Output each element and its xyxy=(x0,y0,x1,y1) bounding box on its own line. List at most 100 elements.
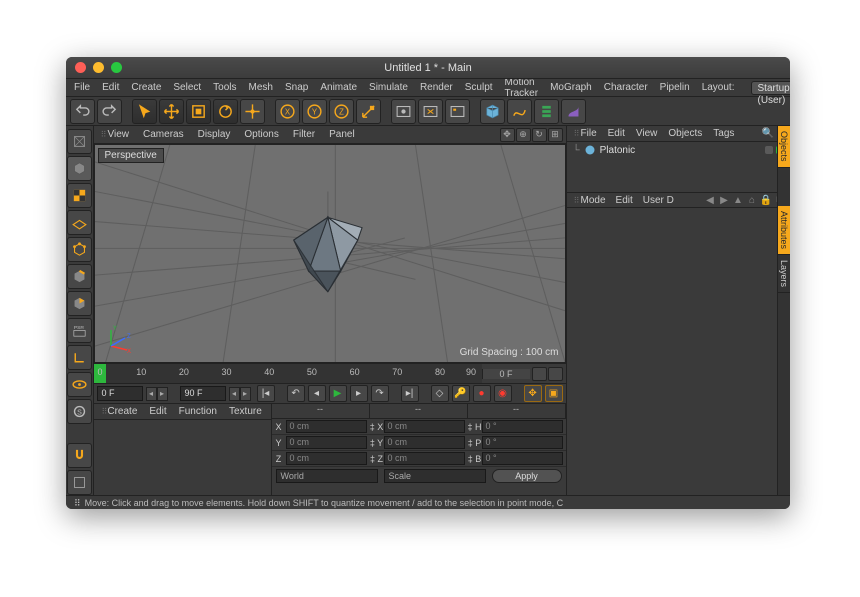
menu-animate[interactable]: Animate xyxy=(320,82,357,93)
menu-character[interactable]: Character xyxy=(604,82,648,93)
generator-button[interactable] xyxy=(534,99,559,124)
edge-mode-button[interactable] xyxy=(67,264,92,289)
om-search-icon[interactable]: 🔍 xyxy=(762,128,774,139)
redo-button[interactable] xyxy=(97,99,122,124)
layout-select[interactable]: Startup (User) xyxy=(751,81,791,95)
go-start-button[interactable]: |◂ xyxy=(257,385,275,402)
om-file[interactable]: File xyxy=(581,128,597,139)
keyframe-sel-button[interactable]: ◉ xyxy=(494,385,512,402)
make-editable-button[interactable] xyxy=(67,129,92,154)
texture-mode-button[interactable] xyxy=(67,183,92,208)
vp-menu-panel[interactable]: Panel xyxy=(329,129,355,140)
last-tool-button[interactable] xyxy=(240,99,265,124)
vp-nav-move-icon[interactable]: ✥ xyxy=(500,128,515,142)
psr-button[interactable]: PSR xyxy=(67,318,92,343)
menu-edit[interactable]: Edit xyxy=(102,82,119,93)
mm-function[interactable]: Function xyxy=(179,406,217,417)
viewport-solo-button[interactable] xyxy=(67,372,92,397)
coord-h-val[interactable]: 0 ° xyxy=(482,420,563,433)
axis-x-button[interactable]: X xyxy=(275,99,300,124)
axis-z-button[interactable]: Z xyxy=(329,99,354,124)
coord-b-val[interactable]: 0 ° xyxy=(482,452,563,465)
om-tags[interactable]: Tags xyxy=(713,128,734,139)
om-objects[interactable]: Objects xyxy=(668,128,702,139)
cube-primitive-button[interactable] xyxy=(480,99,505,124)
timeline-opt1-icon[interactable] xyxy=(532,367,547,381)
go-end-button[interactable]: ▸| xyxy=(401,385,419,402)
timeline-opt2-icon[interactable] xyxy=(548,367,563,381)
end-inc-icon[interactable]: ▸ xyxy=(240,387,251,401)
mm-create[interactable]: Create xyxy=(107,406,137,417)
am-up-icon[interactable]: ▲ xyxy=(733,195,743,205)
menu-simulate[interactable]: Simulate xyxy=(369,82,408,93)
am-mode[interactable]: Mode xyxy=(581,195,606,206)
side-tab-attributes[interactable]: Attributes xyxy=(778,206,790,255)
coord-z-pos[interactable]: 0 cm xyxy=(286,452,367,465)
move-tool-button[interactable] xyxy=(159,99,184,124)
record-key-button[interactable]: ◇ xyxy=(431,385,449,402)
magnet-button[interactable] xyxy=(67,443,92,468)
start-frame-field[interactable]: 0 F xyxy=(97,386,143,401)
polygon-mode-button[interactable] xyxy=(67,291,92,316)
pos-key-button[interactable]: ✥ xyxy=(524,385,542,402)
menu-create[interactable]: Create xyxy=(131,82,161,93)
coord-x-size[interactable]: 0 cm xyxy=(384,420,465,433)
deformer-button[interactable] xyxy=(561,99,586,124)
coord-y-pos[interactable]: 0 cm xyxy=(286,436,367,449)
render-view-button[interactable] xyxy=(391,99,416,124)
menu-motiontracker[interactable]: Motion Tracker xyxy=(505,77,539,99)
scale-key-button[interactable]: ▣ xyxy=(545,385,563,402)
axis-y-button[interactable]: Y xyxy=(302,99,327,124)
end-dec-icon[interactable]: ◂ xyxy=(229,387,240,401)
coord-p-val[interactable]: 0 ° xyxy=(482,436,563,449)
menu-mograph[interactable]: MoGraph xyxy=(550,82,592,93)
start-dec-icon[interactable]: ◂ xyxy=(146,387,157,401)
vp-menu-filter[interactable]: Filter xyxy=(293,129,315,140)
record-button[interactable]: ● xyxy=(473,385,491,402)
coord-x-pos[interactable]: 0 cm xyxy=(286,420,367,433)
spline-button[interactable] xyxy=(507,99,532,124)
am-edit[interactable]: Edit xyxy=(616,195,633,206)
menu-tools[interactable]: Tools xyxy=(213,82,236,93)
am-home-icon[interactable]: ⌂ xyxy=(747,195,757,205)
rotate-tool-button[interactable] xyxy=(213,99,238,124)
next-key-button[interactable]: ↷ xyxy=(371,385,389,402)
render-settings-button[interactable] xyxy=(445,99,470,124)
apply-button[interactable]: Apply xyxy=(492,469,562,483)
menu-mesh[interactable]: Mesh xyxy=(249,82,273,93)
menu-pipeline[interactable]: Pipelin xyxy=(660,82,690,93)
am-back-icon[interactable]: ◀ xyxy=(705,195,715,205)
vp-menu-cameras[interactable]: Cameras xyxy=(143,129,184,140)
menu-snap[interactable]: Snap xyxy=(285,82,308,93)
workplane-button[interactable] xyxy=(67,210,92,235)
render-pv-button[interactable] xyxy=(418,99,443,124)
object-row-platonic[interactable]: └ Platonic xyxy=(567,142,790,158)
side-tab-objects[interactable]: Objects xyxy=(778,126,790,168)
menu-sculpt[interactable]: Sculpt xyxy=(465,82,493,93)
side-tab-layers[interactable]: Layers xyxy=(778,255,790,293)
axis-lock-button[interactable] xyxy=(67,345,92,370)
prev-key-button[interactable]: ↶ xyxy=(287,385,305,402)
workplane-snap-button[interactable] xyxy=(67,470,92,495)
am-lock-icon[interactable]: 🔒 xyxy=(761,195,771,205)
obj-vis-editor-icon[interactable] xyxy=(765,146,773,154)
point-mode-button[interactable] xyxy=(67,237,92,262)
vp-nav-rotate-icon[interactable]: ↻ xyxy=(532,128,547,142)
coord-space-select[interactable]: World xyxy=(276,469,378,483)
am-fwd-icon[interactable]: ▶ xyxy=(719,195,729,205)
next-frame-button[interactable]: ▸ xyxy=(350,385,368,402)
coord-system-button[interactable] xyxy=(356,99,381,124)
viewport[interactable]: Perspective xyxy=(94,144,566,363)
undo-button[interactable] xyxy=(70,99,95,124)
vp-menu-options[interactable]: Options xyxy=(244,129,278,140)
am-userdata[interactable]: User D xyxy=(643,195,674,206)
play-button[interactable]: ▶ xyxy=(329,385,347,402)
vp-menu-display[interactable]: Display xyxy=(198,129,231,140)
menu-select[interactable]: Select xyxy=(173,82,201,93)
mm-texture[interactable]: Texture xyxy=(229,406,262,417)
mm-edit[interactable]: Edit xyxy=(149,406,166,417)
end-frame-field[interactable]: 90 F xyxy=(180,386,226,401)
menu-file[interactable]: File xyxy=(74,82,90,93)
coord-z-size[interactable]: 0 cm xyxy=(384,452,465,465)
vp-menu-view[interactable]: View xyxy=(108,129,130,140)
